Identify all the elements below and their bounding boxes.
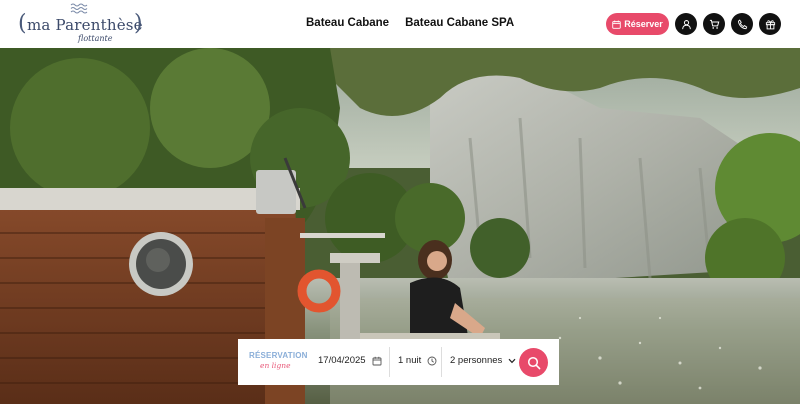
main-nav: Bateau Cabane Bateau Cabane SPA [306,17,514,29]
calendar-icon [612,20,621,29]
nav-bateau-cabane[interactable]: Bateau Cabane [306,17,389,29]
date-field[interactable]: 17/04/2025 [318,355,382,366]
guests-value: 2 personnes [450,355,503,366]
cart-icon [709,19,719,29]
logo-paren-right: ) [134,11,143,36]
clock-icon [427,356,437,365]
nights-field[interactable]: 1 nuit [398,355,437,366]
calendar-icon [372,356,381,365]
account-button[interactable] [675,13,697,35]
cart-button[interactable] [703,13,725,35]
reservation-title: RÉSERVATION [249,351,308,360]
gift-button[interactable] [759,13,781,35]
waves-icon [70,3,88,14]
book-button[interactable]: Réserver [606,13,669,35]
divider [389,347,390,377]
divider [441,347,442,377]
date-value: 17/04/2025 [318,355,366,366]
site-header: ( ma Parenthèse ) flottante Bateau Caban… [0,0,800,48]
logo-paren-left: ( [18,11,27,36]
search-button[interactable] [519,348,548,377]
phone-icon [737,18,747,29]
logo-subtitle: flottante [78,34,113,43]
reservation-bar: RÉSERVATION en ligne 17/04/2025 1 nuit 2… [238,339,559,385]
search-icon [527,356,540,369]
reservation-subtitle: en ligne [260,361,291,370]
nights-value: 1 nuit [398,355,422,366]
gift-icon [765,19,775,29]
user-icon [681,19,691,29]
site-logo[interactable]: ( ma Parenthèse ) flottante [18,2,143,46]
phone-button[interactable] [731,13,753,35]
chevron-down-icon [508,358,516,363]
nav-bateau-cabane-spa[interactable]: Bateau Cabane SPA [405,17,514,29]
book-button-label: Réserver [624,19,663,29]
guests-select[interactable]: 2 personnes [450,355,516,366]
logo-brand-text: ma Parenthèse [27,16,143,34]
